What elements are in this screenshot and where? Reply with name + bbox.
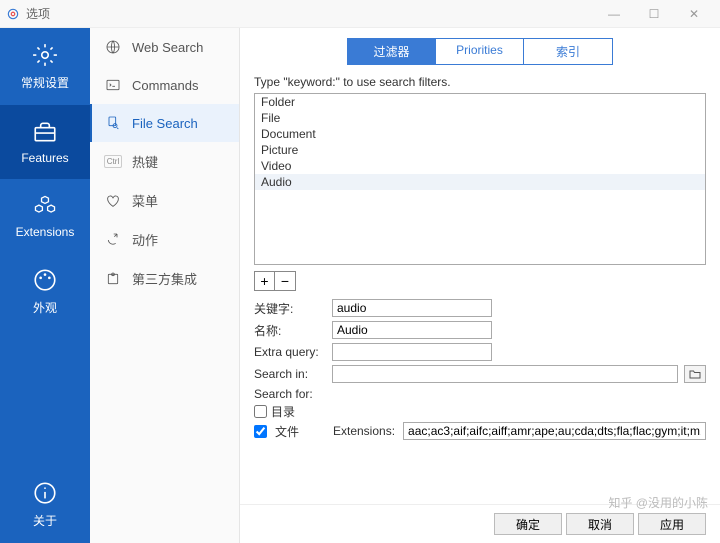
folder-icon	[689, 369, 701, 379]
add-remove-group: + −	[254, 271, 296, 291]
briefcase-icon	[32, 119, 58, 145]
extra-query-label: Extra query:	[254, 345, 326, 359]
gear-icon	[32, 42, 58, 68]
list-item[interactable]: Document	[255, 126, 705, 142]
file-search-icon	[104, 114, 122, 132]
keyword-label: 关键字:	[254, 300, 326, 317]
maximize-button[interactable]: ☐	[634, 0, 674, 28]
name-input[interactable]	[332, 321, 492, 339]
apply-button[interactable]: 应用	[638, 513, 706, 535]
hint-text: Type "keyword:" to use search filters.	[254, 75, 706, 89]
dir-checkbox[interactable]	[254, 405, 267, 418]
globe-icon	[104, 38, 122, 56]
close-button[interactable]: ✕	[674, 0, 714, 28]
terminal-icon	[104, 76, 122, 94]
tab-filters[interactable]: 过滤器	[348, 39, 436, 64]
subitem-label: Web Search	[132, 40, 203, 55]
cancel-button[interactable]: 取消	[566, 513, 634, 535]
sidebar: 常规设置 Features Extensions 外观 关于	[0, 28, 90, 543]
subitem-filesearch[interactable]: File Search	[90, 104, 239, 142]
sidebar-label: Features	[21, 151, 68, 165]
sidebar-item-features[interactable]: Features	[0, 105, 90, 179]
heart-icon	[104, 192, 122, 210]
subitem-thirdparty[interactable]: 第三方集成	[90, 259, 239, 298]
tab-priorities[interactable]: Priorities	[436, 39, 524, 64]
add-button[interactable]: +	[255, 272, 275, 290]
searchin-input[interactable]	[332, 365, 678, 383]
list-item[interactable]: Audio	[255, 174, 705, 190]
list-item[interactable]: Video	[255, 158, 705, 174]
subitem-label: 热键	[132, 152, 158, 171]
subitem-label: 菜单	[132, 191, 158, 210]
content-pane: 过滤器 Priorities 索引 Type "keyword:" to use…	[240, 28, 720, 543]
subitem-label: Commands	[132, 78, 198, 93]
keycap-icon: Ctrl	[104, 153, 122, 171]
tab-bar: 过滤器 Priorities 索引	[254, 38, 706, 65]
subitem-menu[interactable]: 菜单	[90, 181, 239, 220]
sidebar-label: 外观	[33, 299, 57, 316]
subitem-label: File Search	[132, 116, 198, 131]
window-title: 选项	[26, 5, 50, 22]
subitem-commands[interactable]: Commands	[90, 66, 239, 104]
titlebar: 选项 — ☐ ✕	[0, 0, 720, 28]
dir-label: 目录	[271, 403, 295, 420]
info-icon	[32, 480, 58, 506]
dialog-buttons: 确定 取消 应用	[240, 504, 720, 543]
file-checkbox[interactable]	[254, 425, 267, 438]
name-label: 名称:	[254, 322, 326, 339]
sidebar-item-appearance[interactable]: 外观	[0, 253, 90, 330]
share-icon	[104, 231, 122, 249]
extra-query-input[interactable]	[332, 343, 492, 361]
sidebar-label: 关于	[33, 512, 57, 529]
sidebar-label: Extensions	[16, 225, 75, 239]
remove-button[interactable]: −	[275, 272, 295, 290]
searchfor-label: Search for:	[254, 387, 706, 401]
sidebar-item-general[interactable]: 常规设置	[0, 28, 90, 105]
extensions-input[interactable]	[403, 422, 706, 440]
sidebar-label: 常规设置	[21, 74, 69, 91]
minimize-button[interactable]: —	[594, 0, 634, 28]
subitem-label: 第三方集成	[132, 269, 197, 288]
browse-button[interactable]	[684, 365, 706, 383]
list-item[interactable]: File	[255, 110, 705, 126]
keyword-input[interactable]	[332, 299, 492, 317]
filters-listbox[interactable]: Folder File Document Picture Video Audio	[254, 93, 706, 265]
sidebar-item-extensions[interactable]: Extensions	[0, 179, 90, 253]
sidebar-item-about[interactable]: 关于	[0, 466, 90, 543]
feature-list: Web Search Commands File Search Ctrl 热键 …	[90, 28, 240, 543]
file-label: 文件	[275, 423, 325, 440]
tab-index[interactable]: 索引	[524, 39, 612, 64]
list-item[interactable]: Folder	[255, 94, 705, 110]
subitem-websearch[interactable]: Web Search	[90, 28, 239, 66]
cubes-icon	[32, 193, 58, 219]
ok-button[interactable]: 确定	[494, 513, 562, 535]
subitem-label: 动作	[132, 230, 158, 249]
extensions-label: Extensions:	[333, 424, 395, 438]
puzzle-icon	[104, 270, 122, 288]
filter-form: 关键字: 名称: Extra query: Search in: Search …	[254, 299, 706, 442]
subitem-actions[interactable]: 动作	[90, 220, 239, 259]
list-item[interactable]: Picture	[255, 142, 705, 158]
palette-icon	[32, 267, 58, 293]
app-icon	[6, 7, 20, 21]
subitem-hotkey[interactable]: Ctrl 热键	[90, 142, 239, 181]
searchin-label: Search in:	[254, 367, 326, 381]
